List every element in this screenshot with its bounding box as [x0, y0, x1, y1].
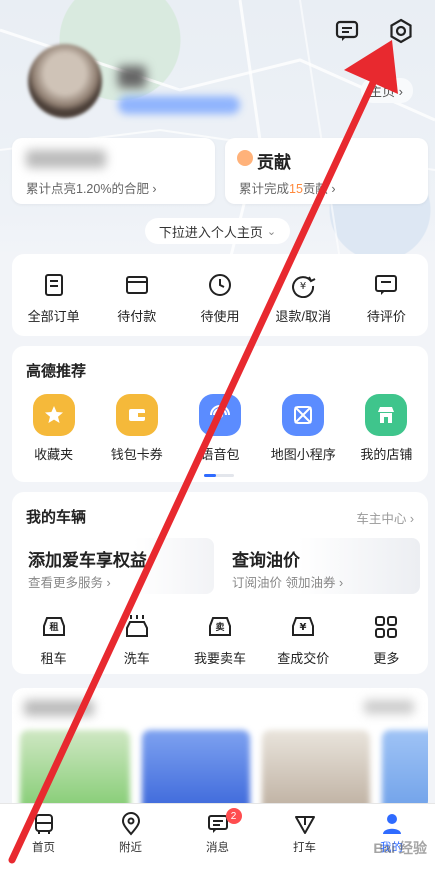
city-light-card[interactable]: 累计点亮1.20%的合肥 ›	[12, 138, 215, 204]
oil-price-box[interactable]: 查询油价 订阅油价 领加油券 ›	[218, 538, 420, 594]
contribution-title: 贡献	[257, 153, 291, 172]
service-rent-car[interactable]: 租 租车	[12, 614, 95, 667]
tab-messages[interactable]: 2 消息	[174, 804, 261, 869]
wallet-icon	[115, 394, 158, 436]
message-badge: 2	[225, 808, 242, 824]
tab-mine[interactable]: 我的	[348, 804, 435, 869]
city-light-sub: 累计点亮1.20%的合肥 ›	[26, 182, 157, 196]
service-more[interactable]: 更多	[345, 614, 428, 667]
personal-home-link[interactable]: 主页 ›	[361, 78, 413, 103]
location-icon	[121, 812, 140, 836]
svg-text:租: 租	[49, 621, 58, 633]
settings-icon[interactable]	[386, 16, 416, 46]
recommend-favorites[interactable]: 收藏夹	[12, 394, 95, 463]
feed-image[interactable]	[262, 730, 370, 813]
rent-car-icon: 租	[42, 617, 65, 636]
tab-taxi[interactable]: 打车	[261, 804, 348, 869]
recommend-title: 高德推荐	[26, 363, 87, 380]
vehicle-title: 我的车辆	[26, 509, 87, 526]
tab-home[interactable]: 首页	[0, 804, 87, 869]
more-grid-icon	[375, 616, 398, 638]
order-to-review[interactable]: 待评价	[345, 272, 428, 325]
city-title-blurred	[26, 150, 106, 168]
recommend-wallet[interactable]: 钱包卡券	[95, 394, 178, 463]
bottom-tab-bar: 首页 附近 2 消息 打车 我的	[0, 803, 435, 869]
contribution-icon	[237, 150, 253, 166]
chevron-down-icon: ⌄	[266, 225, 277, 238]
wallet-icon	[125, 276, 148, 294]
order-to-use[interactable]: 待使用	[178, 272, 261, 325]
user-name-blurred	[118, 66, 146, 88]
page-indicator	[204, 474, 234, 477]
pull-down-tip[interactable]: 下拉进入个人主页 ⌄	[145, 218, 290, 244]
list-icon	[44, 274, 63, 296]
feed-image[interactable]	[20, 730, 130, 813]
shop-icon	[365, 394, 408, 436]
feed-image[interactable]	[142, 730, 250, 813]
message-icon[interactable]	[332, 16, 362, 46]
svg-text:¥: ¥	[300, 622, 307, 633]
sell-car-icon: 卖	[209, 617, 231, 636]
svg-text:¥: ¥	[300, 281, 306, 292]
orders-card: 全部订单 待付款 待使用 ¥ 退款/取消 待评价	[12, 254, 428, 336]
recommend-card: 高德推荐 收藏夹 钱包卡券 语音包 地图小程序 我的店铺	[12, 346, 428, 482]
avatar[interactable]	[28, 44, 102, 118]
review-icon	[375, 275, 398, 295]
bus-icon	[34, 814, 53, 834]
car-wash-icon	[125, 615, 148, 637]
order-pending-payment[interactable]: 待付款	[95, 272, 178, 325]
service-sell-car[interactable]: 卖 我要卖车	[178, 614, 261, 667]
recommend-my-shop[interactable]: 我的店铺	[345, 394, 428, 463]
order-refund[interactable]: ¥ 退款/取消	[262, 272, 345, 325]
owner-center-link[interactable]: 车主中心 ›	[356, 508, 414, 527]
service-car-wash[interactable]: 洗车	[95, 614, 178, 667]
recommend-voice-pack[interactable]: 语音包	[178, 394, 261, 463]
service-deal-price[interactable]: ¥ 查成交价	[262, 614, 345, 667]
feed-image[interactable]	[382, 730, 428, 813]
profile-icon	[382, 814, 401, 834]
contribution-card[interactable]: 贡献 累计完成15贡献 ›	[225, 138, 428, 204]
contribution-sub: 累计完成15贡献 ›	[239, 182, 336, 196]
recommend-mini-app[interactable]: 地图小程序	[262, 394, 345, 463]
feed-title-blurred	[24, 700, 94, 716]
watermark: Bai 经验	[373, 840, 427, 856]
voice-icon	[199, 394, 241, 436]
taxi-icon	[294, 816, 315, 834]
refund-icon: ¥	[292, 276, 316, 298]
add-car-box[interactable]: 添加爱车享权益 查看更多服务 ›	[14, 538, 214, 594]
user-tag-blurred	[118, 96, 240, 114]
star-icon	[32, 394, 75, 436]
feed-link-blurred	[364, 700, 414, 714]
price-car-icon: ¥	[292, 617, 315, 636]
feed-card[interactable]	[12, 688, 428, 813]
vehicle-card: 我的车辆 车主中心 › 添加爱车享权益 查看更多服务 › 查询油价 订阅油价 领…	[12, 492, 428, 674]
svg-text:卖: 卖	[215, 621, 224, 633]
order-all[interactable]: 全部订单	[12, 272, 95, 325]
clock-icon	[209, 274, 231, 296]
tab-nearby[interactable]: 附近	[87, 804, 174, 869]
mini-app-icon	[282, 394, 325, 436]
